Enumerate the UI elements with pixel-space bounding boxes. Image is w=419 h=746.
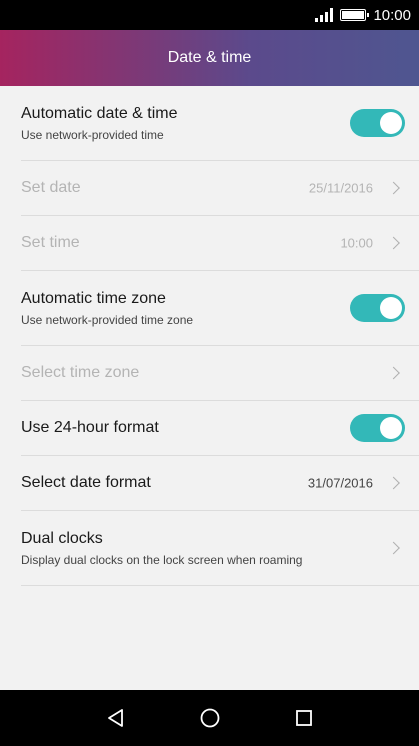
dual-clocks-summary: Display dual clocks on the lock screen w…: [21, 552, 303, 567]
set-date-row[interactable]: Set date 25/11/2016: [21, 161, 419, 216]
set-date-value: 25/11/2016: [308, 180, 373, 196]
navigation-bar: [0, 690, 419, 746]
title-bar: Date & time: [0, 30, 419, 86]
automatic-date-time-row[interactable]: Automatic date & time Use network-provid…: [21, 86, 419, 161]
set-time-value: 10:00: [340, 235, 373, 251]
automatic-date-time-toggle[interactable]: [350, 109, 405, 137]
select-time-zone-row[interactable]: Select time zone: [21, 346, 419, 401]
automatic-time-zone-row[interactable]: Automatic time zone Use network-provided…: [21, 271, 419, 346]
dual-clocks-row[interactable]: Dual clocks Display dual clocks on the l…: [21, 511, 419, 586]
use-24-hour-format-row[interactable]: Use 24-hour format: [21, 401, 419, 456]
set-time-row[interactable]: Set time 10:00: [21, 216, 419, 271]
use-24-hour-format-toggle[interactable]: [350, 414, 405, 442]
settings-list: Automatic date & time Use network-provid…: [0, 86, 419, 586]
select-time-zone-label: Select time zone: [21, 364, 140, 381]
status-time: 10:00: [373, 6, 411, 24]
select-date-format-row[interactable]: Select date format 31/07/2016: [21, 456, 419, 511]
status-bar: 10:00: [0, 0, 419, 30]
automatic-time-zone-toggle[interactable]: [350, 294, 405, 322]
dual-clocks-label: Dual clocks: [21, 529, 103, 547]
page-title: Date & time: [167, 49, 252, 66]
back-icon[interactable]: [105, 707, 127, 729]
recents-icon[interactable]: [293, 707, 315, 729]
battery-icon: [340, 9, 370, 21]
select-date-format-value: 31/07/2016: [307, 475, 373, 491]
home-icon[interactable]: [199, 707, 221, 729]
signal-icon: [315, 8, 334, 22]
